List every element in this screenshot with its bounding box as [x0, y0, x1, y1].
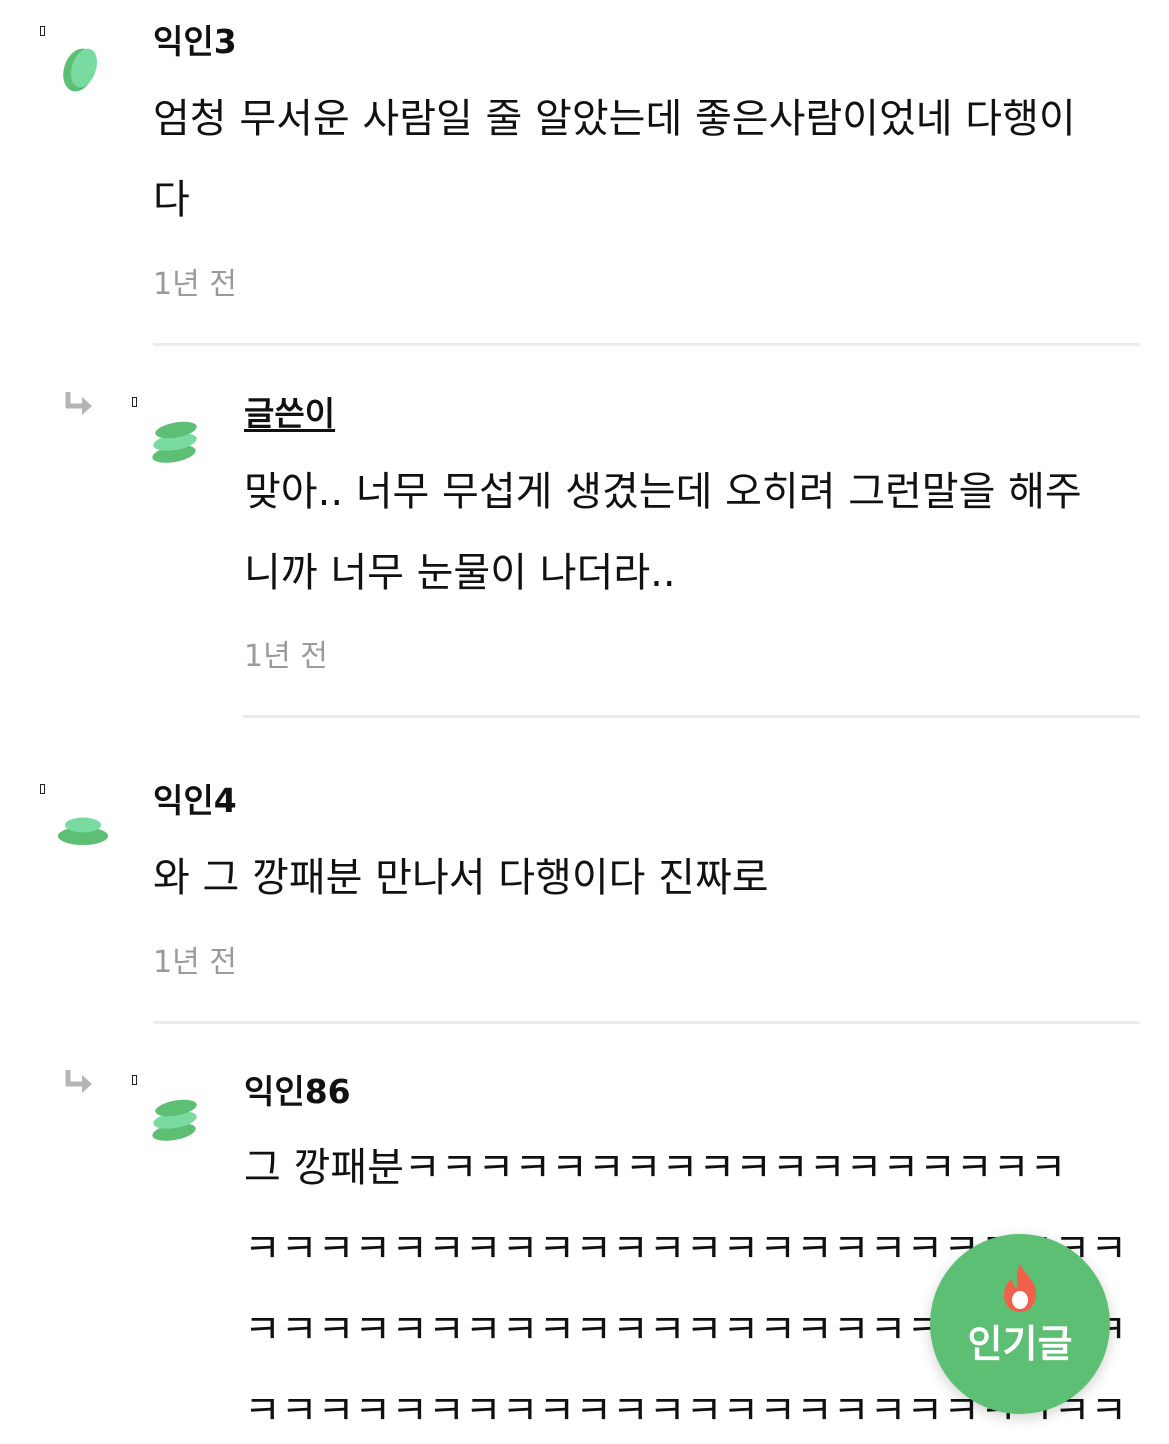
comment-body: 엄청 무서운 사람일 줄 알았는데 좋은사람이었네 다행이 다	[153, 96, 1076, 223]
comment-author[interactable]: 익인86	[244, 1072, 351, 1112]
avatar-icon	[58, 817, 108, 845]
reply-arrow-icon	[65, 392, 92, 415]
comment-time: 1년 전	[153, 945, 237, 980]
comment-divider	[243, 715, 1140, 718]
reply-arrow-icon	[65, 1070, 92, 1093]
avatar-icon	[152, 1099, 197, 1141]
popular-posts-label: 인기글	[967, 1322, 1073, 1366]
avatar-icon	[152, 421, 197, 463]
comment-author[interactable]: 익인4	[153, 781, 237, 821]
comment-time: 1년 전	[244, 639, 328, 674]
comment-body: 맞아.. 너무 무섭게 생겼는데 오히려 그런말을 해주 니까 너무 눈물이 나…	[244, 469, 1082, 596]
comment-body: 와 그 깡패분 만나서 다행이다 진짜로	[153, 855, 769, 901]
comment-author[interactable]: 익인3	[153, 22, 237, 62]
comment-marker	[40, 26, 45, 36]
comment-marker	[132, 397, 137, 407]
comment-time: 1년 전	[153, 267, 237, 302]
comment-marker	[40, 784, 45, 794]
comment-author[interactable]: 글쓴이	[244, 394, 335, 434]
comment-divider	[153, 1021, 1140, 1024]
avatar-icon	[63, 48, 97, 92]
popular-posts-button[interactable]: 인기글	[930, 1234, 1110, 1414]
comment-divider	[153, 343, 1140, 346]
fire-icon	[1004, 1264, 1036, 1312]
comment-marker	[132, 1075, 137, 1085]
